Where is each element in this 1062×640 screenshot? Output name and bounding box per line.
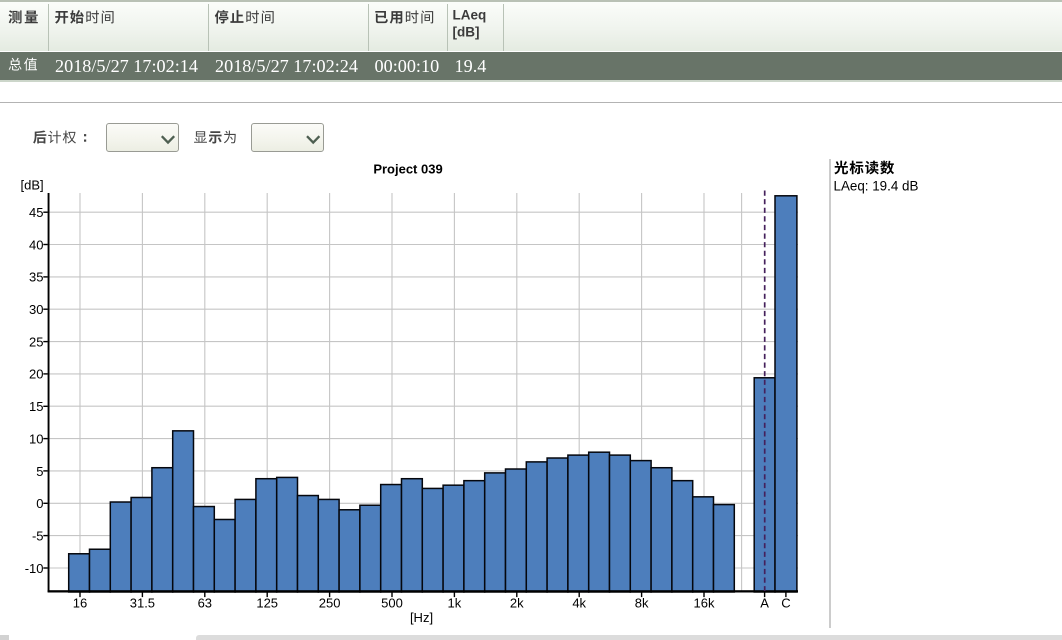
svg-text:500: 500: [381, 596, 403, 611]
svg-text:40: 40: [29, 237, 43, 252]
svg-text:16k: 16k: [694, 596, 715, 611]
svg-text:[Hz]: [Hz]: [410, 610, 433, 625]
svg-text:19.4: 19.4: [455, 56, 487, 76]
svg-text:250: 250: [319, 596, 341, 611]
svg-text:15: 15: [29, 399, 43, 414]
svg-text:16: 16: [73, 596, 87, 611]
svg-text:C: C: [781, 596, 790, 611]
svg-text:1k: 1k: [448, 596, 462, 611]
svg-text:25: 25: [29, 334, 43, 349]
svg-text:31.5: 31.5: [130, 596, 155, 611]
svg-text:10: 10: [29, 431, 43, 446]
svg-text:8k: 8k: [635, 596, 649, 611]
svg-text:Project 039: Project 039: [373, 162, 442, 177]
svg-text:A: A: [760, 596, 769, 611]
svg-text:5: 5: [36, 464, 43, 479]
svg-text:125: 125: [256, 596, 278, 611]
svg-text:-10: -10: [25, 561, 44, 576]
svg-text:2k: 2k: [510, 596, 524, 611]
svg-text:2018/5/27 17:02:24: 2018/5/27 17:02:24: [215, 56, 358, 76]
svg-text:4k: 4k: [572, 596, 586, 611]
svg-text:0: 0: [36, 496, 43, 511]
svg-text:2018/5/27 17:02:14: 2018/5/27 17:02:14: [55, 56, 198, 76]
svg-text:LAeq: 19.4 dB: LAeq: 19.4 dB: [834, 179, 919, 194]
svg-text:35: 35: [29, 270, 43, 285]
svg-text:[dB]: [dB]: [21, 178, 44, 193]
svg-text:30: 30: [29, 302, 43, 317]
svg-text:63: 63: [198, 596, 212, 611]
svg-text:[dB]: [dB]: [453, 25, 480, 40]
svg-text:LAeq: LAeq: [453, 8, 487, 23]
svg-text:20: 20: [29, 367, 43, 382]
svg-text:-5: -5: [32, 528, 44, 543]
svg-text:00:00:10: 00:00:10: [375, 56, 440, 76]
svg-text:45: 45: [29, 205, 43, 220]
